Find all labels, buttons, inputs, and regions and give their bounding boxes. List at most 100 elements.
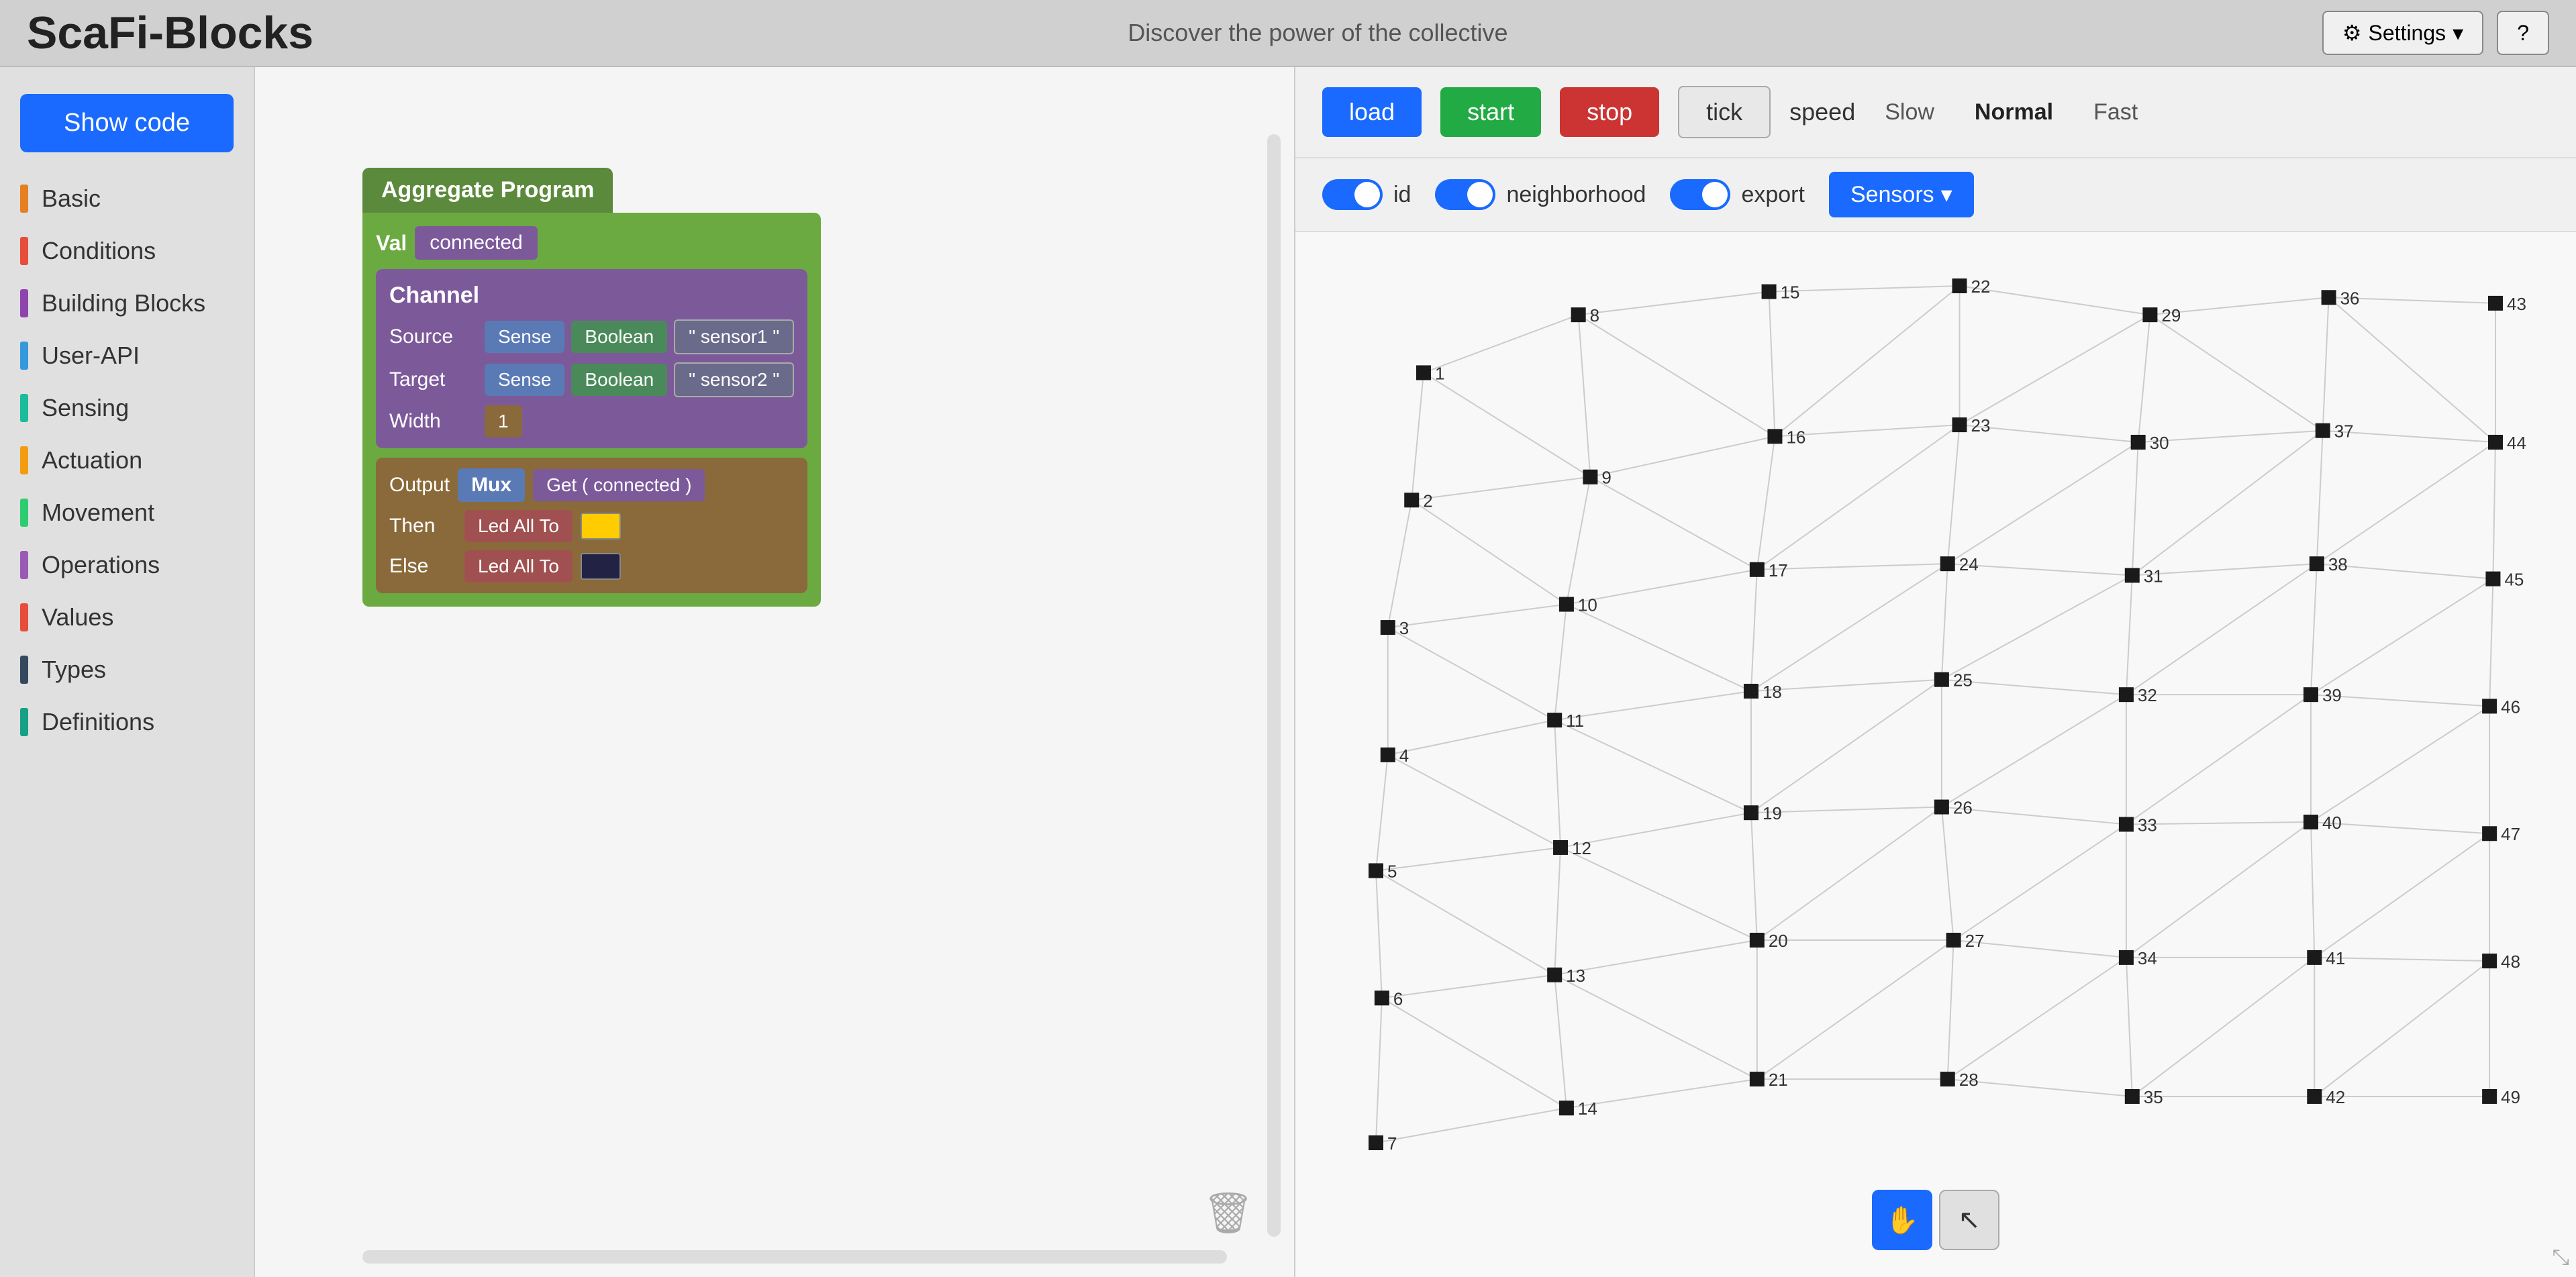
network-edge: [1561, 848, 1757, 940]
sidebar-items-container: BasicConditionsBuilding BlocksUser-APISe…: [0, 172, 254, 748]
sidebar-item-basic[interactable]: Basic: [0, 172, 254, 225]
svg-text:35: 35: [2144, 1087, 2163, 1107]
network-node[interactable]: 28: [1940, 1070, 1979, 1090]
export-toggle[interactable]: [1670, 179, 1730, 210]
network-node[interactable]: 37: [2316, 421, 2354, 442]
horizontal-scrollbar[interactable]: [362, 1250, 1227, 1264]
start-button[interactable]: start: [1440, 87, 1541, 137]
network-node[interactable]: 12: [1553, 838, 1591, 858]
svg-text:16: 16: [1786, 427, 1805, 447]
load-button[interactable]: load: [1322, 87, 1422, 137]
get-block: Get ( connected ): [533, 469, 705, 501]
network-edge: [2329, 297, 2495, 442]
network-node[interactable]: 22: [1952, 276, 1990, 297]
vertical-scrollbar[interactable]: [1267, 134, 1281, 1237]
network-node[interactable]: 24: [1940, 554, 1979, 574]
network-node[interactable]: 44: [2488, 433, 2526, 453]
network-node[interactable]: 25: [1934, 670, 1973, 691]
network-svg: 1234567891011121314151617181920212223242…: [1295, 232, 2576, 1277]
sidebar-item-actuation[interactable]: Actuation: [0, 434, 254, 487]
stop-button[interactable]: stop: [1560, 87, 1659, 137]
network-node[interactable]: 40: [2303, 813, 2342, 833]
neighborhood-toggle-knob: [1467, 182, 1493, 207]
trash-icon[interactable]: 🗑: [1203, 1189, 1254, 1237]
network-node[interactable]: 1: [1416, 363, 1444, 383]
network-node[interactable]: 20: [1750, 931, 1788, 951]
network-node[interactable]: 46: [2482, 697, 2520, 717]
sidebar-item-operations[interactable]: Operations: [0, 539, 254, 591]
source-sense-block: Sense: [485, 321, 564, 353]
network-node[interactable]: 36: [2322, 288, 2360, 308]
network-node[interactable]: 4: [1381, 746, 1409, 766]
network-edge: [2317, 431, 2323, 564]
neighborhood-toggle[interactable]: [1435, 179, 1495, 210]
network-node[interactable]: 19: [1744, 803, 1782, 823]
network-edge: [1424, 315, 1579, 372]
network-node[interactable]: 42: [2307, 1087, 2345, 1107]
sidebar-item-conditions[interactable]: Conditions: [0, 225, 254, 277]
network-node[interactable]: 32: [2119, 685, 2157, 705]
network-node[interactable]: 14: [1559, 1099, 1597, 1119]
sidebar-item-user-api[interactable]: User-API: [0, 329, 254, 382]
network-node[interactable]: 48: [2482, 952, 2520, 972]
export-toggle-group: export: [1670, 179, 1805, 210]
network-node[interactable]: 3: [1381, 618, 1409, 638]
sidebar-item-values[interactable]: Values: [0, 591, 254, 644]
network-node[interactable]: 5: [1369, 861, 1397, 881]
network-node[interactable]: 30: [2131, 433, 2169, 453]
network-node[interactable]: 8: [1571, 305, 1599, 325]
sidebar-item-building-blocks[interactable]: Building Blocks: [0, 277, 254, 329]
network-node[interactable]: 27: [1946, 931, 1985, 951]
led-all-to-then: Led All To: [464, 510, 573, 542]
speed-slow[interactable]: Slow: [1874, 94, 1945, 131]
network-node[interactable]: 34: [2119, 948, 2157, 968]
network-node[interactable]: 11: [1547, 711, 1584, 731]
width-label: Width: [389, 410, 477, 433]
sidebar-item-definitions[interactable]: Definitions: [0, 696, 254, 748]
network-node[interactable]: 41: [2307, 948, 2345, 968]
resize-handle[interactable]: ⤡: [2552, 1245, 2569, 1270]
settings-button[interactable]: ⚙ Settings ▾: [2322, 11, 2483, 55]
network-node[interactable]: 38: [2310, 554, 2348, 574]
network-node[interactable]: 21: [1750, 1070, 1788, 1090]
block-canvas[interactable]: Aggregate Program Val connected Channel …: [255, 67, 1295, 1277]
speed-normal[interactable]: Normal: [1964, 94, 2064, 131]
network-node[interactable]: 35: [2125, 1087, 2163, 1107]
show-code-button[interactable]: Show code: [20, 94, 234, 152]
sidebar-item-types[interactable]: Types: [0, 644, 254, 696]
network-node[interactable]: 7: [1369, 1133, 1397, 1154]
speed-fast[interactable]: Fast: [2083, 94, 2148, 131]
network-node[interactable]: 23: [1952, 415, 1990, 436]
network-node[interactable]: 39: [2303, 685, 2342, 705]
network-node[interactable]: 29: [2142, 305, 2181, 325]
network-node[interactable]: 43: [2488, 294, 2526, 314]
network-node[interactable]: 17: [1750, 560, 1788, 580]
network-visualization[interactable]: 1234567891011121314151617181920212223242…: [1295, 232, 2576, 1277]
network-node[interactable]: 6: [1375, 988, 1403, 1009]
id-toggle[interactable]: [1322, 179, 1383, 210]
sidebar-item-movement[interactable]: Movement: [0, 487, 254, 539]
network-node[interactable]: 33: [2119, 815, 2157, 835]
hand-tool-button[interactable]: ✋: [1872, 1190, 1932, 1250]
network-edge: [2493, 442, 2495, 579]
network-node[interactable]: 45: [2485, 570, 2524, 590]
network-node[interactable]: 31: [2125, 566, 2163, 586]
svg-text:25: 25: [1953, 670, 1973, 691]
help-button[interactable]: ?: [2497, 11, 2549, 55]
network-node[interactable]: 9: [1583, 468, 1611, 488]
network-node[interactable]: 26: [1934, 798, 1973, 818]
network-node[interactable]: 18: [1744, 682, 1782, 702]
target-string-block: " sensor2 ": [674, 362, 794, 397]
network-edge: [1757, 940, 1954, 1079]
network-node[interactable]: 13: [1547, 966, 1585, 986]
tick-button[interactable]: tick: [1678, 86, 1771, 138]
network-node[interactable]: 49: [2482, 1087, 2520, 1107]
network-node[interactable]: 47: [2482, 824, 2520, 844]
cursor-tool-button[interactable]: ↖: [1939, 1190, 1999, 1250]
sidebar-item-sensing[interactable]: Sensing: [0, 382, 254, 434]
network-node[interactable]: 15: [1762, 283, 1800, 303]
network-node[interactable]: 10: [1559, 595, 1597, 615]
sidebar-item-label: Definitions: [42, 708, 154, 736]
network-node[interactable]: 2: [1404, 491, 1432, 511]
sensors-button[interactable]: Sensors ▾: [1829, 172, 1974, 217]
